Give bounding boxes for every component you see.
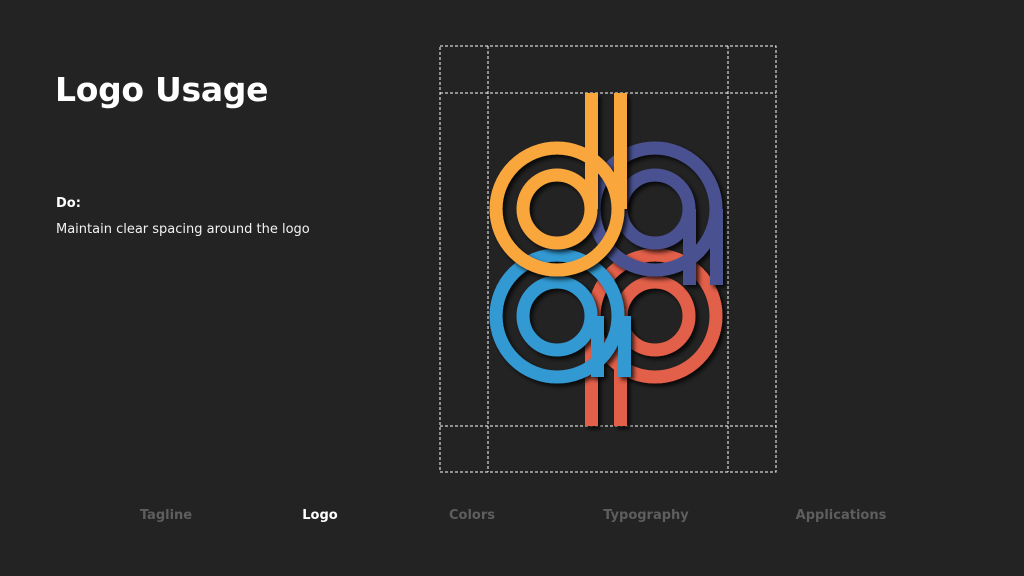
logo-mark xyxy=(489,93,723,426)
nav-item-applications[interactable]: Applications xyxy=(796,508,887,523)
logo-letter-d-orange xyxy=(489,93,627,277)
clearspace-guides xyxy=(439,45,777,473)
nav-item-typography[interactable]: Typography xyxy=(603,508,689,523)
section-nav: Tagline Logo Colors Typography Applications xyxy=(0,508,1024,528)
nav-item-logo[interactable]: Logo xyxy=(302,508,337,523)
guide-outer-frame xyxy=(439,45,777,473)
logo-clearspace-figure xyxy=(439,45,777,473)
nav-item-tagline[interactable]: Tagline xyxy=(140,508,192,523)
nav-item-colors[interactable]: Colors xyxy=(449,508,495,523)
